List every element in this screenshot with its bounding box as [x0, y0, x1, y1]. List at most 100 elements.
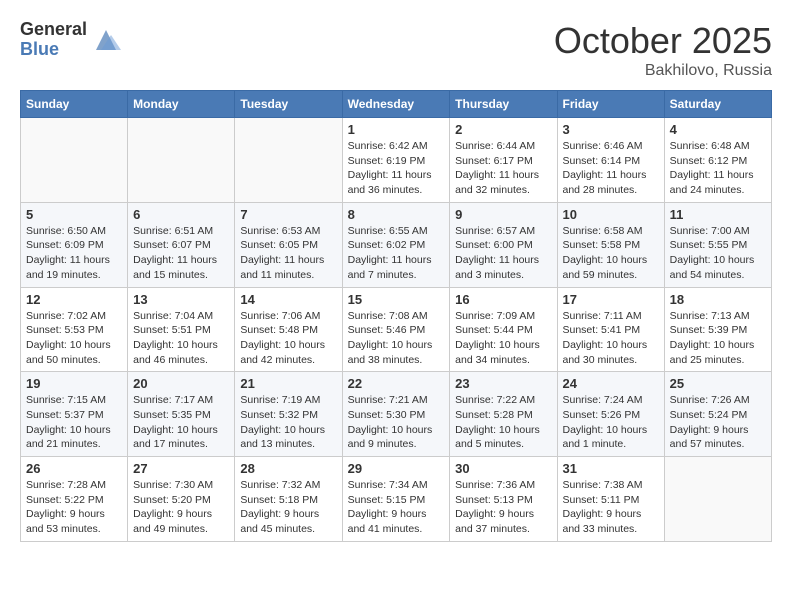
day-number: 7 — [240, 207, 336, 222]
day-info: Sunrise: 6:51 AM Sunset: 6:07 PM Dayligh… — [133, 224, 229, 283]
page-header: General Blue October 2025 Bakhilovo, Rus… — [20, 20, 772, 80]
day-number: 15 — [348, 292, 445, 307]
calendar-week-4: 19 Sunrise: 7:15 AM Sunset: 5:37 PM Dayli… — [21, 372, 772, 457]
day-number: 18 — [670, 292, 766, 307]
day-info: Sunrise: 6:42 AM Sunset: 6:19 PM Dayligh… — [348, 139, 445, 198]
calendar-cell — [21, 118, 128, 203]
calendar-cell: 1 Sunrise: 6:42 AM Sunset: 6:19 PM Daylig… — [342, 118, 450, 203]
month-title: October 2025 — [554, 20, 772, 62]
day-number: 13 — [133, 292, 229, 307]
day-info: Sunrise: 7:32 AM Sunset: 5:18 PM Dayligh… — [240, 478, 336, 537]
calendar-cell: 19 Sunrise: 7:15 AM Sunset: 5:37 PM Dayli… — [21, 372, 128, 457]
day-info: Sunrise: 7:26 AM Sunset: 5:24 PM Dayligh… — [670, 393, 766, 452]
day-number: 22 — [348, 376, 445, 391]
calendar-cell: 15 Sunrise: 7:08 AM Sunset: 5:46 PM Dayli… — [342, 287, 450, 372]
day-header-thursday: Thursday — [450, 91, 557, 118]
day-info: Sunrise: 7:13 AM Sunset: 5:39 PM Dayligh… — [670, 309, 766, 368]
calendar-week-1: 1 Sunrise: 6:42 AM Sunset: 6:19 PM Daylig… — [21, 118, 772, 203]
logo-general: General — [20, 20, 87, 40]
day-header-friday: Friday — [557, 91, 664, 118]
calendar-cell: 4 Sunrise: 6:48 AM Sunset: 6:12 PM Daylig… — [664, 118, 771, 203]
calendar-cell: 23 Sunrise: 7:22 AM Sunset: 5:28 PM Dayli… — [450, 372, 557, 457]
calendar-cell: 30 Sunrise: 7:36 AM Sunset: 5:13 PM Dayli… — [450, 457, 557, 542]
day-info: Sunrise: 6:53 AM Sunset: 6:05 PM Dayligh… — [240, 224, 336, 283]
day-info: Sunrise: 7:09 AM Sunset: 5:44 PM Dayligh… — [455, 309, 551, 368]
calendar-cell: 21Sunrise: 7:19 AM Sunset: 5:32 PM Dayli… — [235, 372, 342, 457]
day-info: Sunrise: 7:02 AM Sunset: 5:53 PM Dayligh… — [26, 309, 122, 368]
day-number: 27 — [133, 461, 229, 476]
calendar-cell: 24 Sunrise: 7:24 AM Sunset: 5:26 PM Dayli… — [557, 372, 664, 457]
day-info: Sunrise: 6:55 AM Sunset: 6:02 PM Dayligh… — [348, 224, 445, 283]
day-number: 28 — [240, 461, 336, 476]
calendar-cell: 18 Sunrise: 7:13 AM Sunset: 5:39 PM Dayli… — [664, 287, 771, 372]
calendar-cell — [235, 118, 342, 203]
day-info: Sunrise: 6:44 AM Sunset: 6:17 PM Dayligh… — [455, 139, 551, 198]
day-number: 4 — [670, 122, 766, 137]
day-info: Sunrise: 7:36 AM Sunset: 5:13 PM Dayligh… — [455, 478, 551, 537]
calendar-cell: 27 Sunrise: 7:30 AM Sunset: 5:20 PM Dayli… — [128, 457, 235, 542]
calendar-week-3: 12 Sunrise: 7:02 AM Sunset: 5:53 PM Dayli… — [21, 287, 772, 372]
day-number: 23 — [455, 376, 551, 391]
day-info: Sunrise: 7:22 AM Sunset: 5:28 PM Dayligh… — [455, 393, 551, 452]
day-number: 6 — [133, 207, 229, 222]
calendar-cell — [128, 118, 235, 203]
day-number: 5 — [26, 207, 122, 222]
day-info: Sunrise: 7:21 AM Sunset: 5:30 PM Dayligh… — [348, 393, 445, 452]
day-info: Sunrise: 6:57 AM Sunset: 6:00 PM Dayligh… — [455, 224, 551, 283]
day-number: 17 — [563, 292, 659, 307]
day-info: Sunrise: 7:17 AM Sunset: 5:35 PM Dayligh… — [133, 393, 229, 452]
calendar-cell: 16 Sunrise: 7:09 AM Sunset: 5:44 PM Dayli… — [450, 287, 557, 372]
day-number: 25 — [670, 376, 766, 391]
calendar-cell — [664, 457, 771, 542]
day-info: Sunrise: 7:24 AM Sunset: 5:26 PM Dayligh… — [563, 393, 659, 452]
day-number: 3 — [563, 122, 659, 137]
day-info: Sunrise: 7:30 AM Sunset: 5:20 PM Dayligh… — [133, 478, 229, 537]
day-header-wednesday: Wednesday — [342, 91, 450, 118]
day-info: Sunrise: 7:06 AM Sunset: 5:48 PM Dayligh… — [240, 309, 336, 368]
day-info: Sunrise: 7:34 AM Sunset: 5:15 PM Dayligh… — [348, 478, 445, 537]
calendar-cell: 31 Sunrise: 7:38 AM Sunset: 5:11 PM Dayli… — [557, 457, 664, 542]
calendar-cell: 26 Sunrise: 7:28 AM Sunset: 5:22 PM Dayli… — [21, 457, 128, 542]
day-number: 30 — [455, 461, 551, 476]
day-info: Sunrise: 7:11 AM Sunset: 5:41 PM Dayligh… — [563, 309, 659, 368]
calendar-cell: 7 Sunrise: 6:53 AM Sunset: 6:05 PM Daylig… — [235, 202, 342, 287]
calendar-cell: 13 Sunrise: 7:04 AM Sunset: 5:51 PM Dayli… — [128, 287, 235, 372]
day-number: 1 — [348, 122, 445, 137]
day-info: Sunrise: 7:38 AM Sunset: 5:11 PM Dayligh… — [563, 478, 659, 537]
day-number: 11 — [670, 207, 766, 222]
calendar-cell: 2 Sunrise: 6:44 AM Sunset: 6:17 PM Daylig… — [450, 118, 557, 203]
logo: General Blue — [20, 20, 121, 60]
day-number: 2 — [455, 122, 551, 137]
day-info: Sunrise: 7:15 AM Sunset: 5:37 PM Dayligh… — [26, 393, 122, 452]
day-info: Sunrise: 7:08 AM Sunset: 5:46 PM Dayligh… — [348, 309, 445, 368]
day-number: 26 — [26, 461, 122, 476]
calendar-cell: 6 Sunrise: 6:51 AM Sunset: 6:07 PM Daylig… — [128, 202, 235, 287]
calendar-cell: 5 Sunrise: 6:50 AM Sunset: 6:09 PM Daylig… — [21, 202, 128, 287]
title-block: October 2025 Bakhilovo, Russia — [554, 20, 772, 80]
day-info: Sunrise: 6:50 AM Sunset: 6:09 PM Dayligh… — [26, 224, 122, 283]
calendar-cell: 25 Sunrise: 7:26 AM Sunset: 5:24 PM Dayli… — [664, 372, 771, 457]
day-info: Sunrise: 7:28 AM Sunset: 5:22 PM Dayligh… — [26, 478, 122, 537]
calendar-cell: 3 Sunrise: 6:46 AM Sunset: 6:14 PM Daylig… — [557, 118, 664, 203]
day-info: Sunrise: 7:00 AM Sunset: 5:55 PM Dayligh… — [670, 224, 766, 283]
day-number: 29 — [348, 461, 445, 476]
day-number: 16 — [455, 292, 551, 307]
calendar-cell: 10Sunrise: 6:58 AM Sunset: 5:58 PM Dayli… — [557, 202, 664, 287]
calendar-table: SundayMondayTuesdayWednesdayThursdayFrid… — [20, 90, 772, 542]
day-number: 31 — [563, 461, 659, 476]
day-header-sunday: Sunday — [21, 91, 128, 118]
day-header-tuesday: Tuesday — [235, 91, 342, 118]
day-number: 24 — [563, 376, 659, 391]
day-info: Sunrise: 7:04 AM Sunset: 5:51 PM Dayligh… — [133, 309, 229, 368]
day-number: 21 — [240, 376, 336, 391]
day-number: 19 — [26, 376, 122, 391]
day-info: Sunrise: 6:46 AM Sunset: 6:14 PM Dayligh… — [563, 139, 659, 198]
day-number: 12 — [26, 292, 122, 307]
logo-icon — [91, 25, 121, 55]
calendar-header-row: SundayMondayTuesdayWednesdayThursdayFrid… — [21, 91, 772, 118]
day-info: Sunrise: 6:48 AM Sunset: 6:12 PM Dayligh… — [670, 139, 766, 198]
logo-blue: Blue — [20, 40, 87, 60]
subtitle: Bakhilovo, Russia — [554, 62, 772, 80]
calendar-cell: 9Sunrise: 6:57 AM Sunset: 6:00 PM Daylig… — [450, 202, 557, 287]
calendar-cell: 17 Sunrise: 7:11 AM Sunset: 5:41 PM Dayli… — [557, 287, 664, 372]
